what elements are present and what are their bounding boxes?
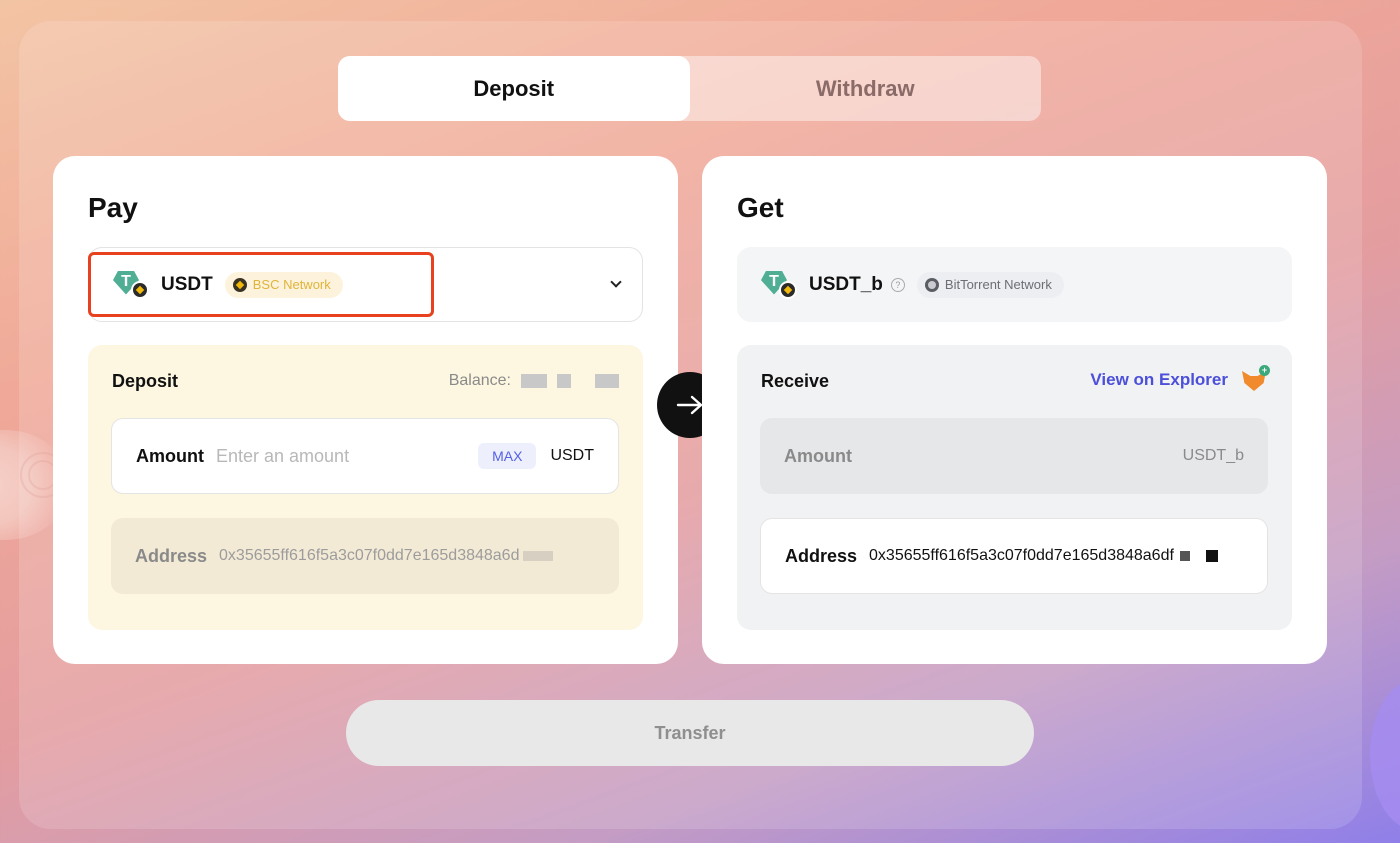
bsc-network-icon bbox=[232, 277, 247, 292]
pay-card: Pay T USDT BSC Network Deposit Balance: … bbox=[53, 156, 678, 664]
arrow-right-icon bbox=[676, 395, 703, 415]
tab-withdraw[interactable]: Withdraw bbox=[690, 56, 1042, 121]
network-badge: BitTorrent Network bbox=[916, 271, 1064, 298]
max-button[interactable]: MAX bbox=[478, 443, 537, 469]
chevron-down-icon[interactable] bbox=[610, 276, 622, 288]
address-label: Address bbox=[785, 545, 858, 566]
network-badge: BSC Network bbox=[224, 271, 343, 298]
bittorrent-network-icon bbox=[924, 277, 939, 292]
help-icon[interactable]: ? bbox=[890, 277, 905, 292]
address-value: 0x35655ff616f5a3c07f0dd7e165d3848a6df bbox=[869, 547, 1174, 564]
balance-value-redacted bbox=[557, 374, 571, 388]
get-token-symbol: USDT_b bbox=[809, 273, 883, 295]
amount-label: Amount bbox=[784, 445, 852, 466]
deposit-title: Deposit bbox=[112, 371, 179, 391]
balance-value-redacted bbox=[521, 374, 547, 388]
address-field: Address 0x35655ff616f5a3c07f0dd7e165d384… bbox=[111, 518, 619, 594]
pay-token-symbol: USDT bbox=[161, 273, 213, 295]
tether-bnb-icon: T bbox=[761, 270, 797, 299]
tether-bnb-icon: T bbox=[113, 270, 149, 299]
pay-title: Pay bbox=[88, 192, 138, 223]
transfer-button[interactable]: Transfer bbox=[346, 700, 1034, 766]
get-title: Get bbox=[737, 192, 784, 223]
get-card: Get T USDT_b ? BitTorrent Network Receiv… bbox=[702, 156, 1327, 664]
tab-deposit[interactable]: Deposit bbox=[338, 56, 690, 121]
pay-token-select[interactable]: T USDT BSC Network bbox=[88, 247, 643, 322]
network-label: BitTorrent Network bbox=[944, 277, 1052, 292]
address-value: 0x35655ff616f5a3c07f0dd7e165d3848a6d bbox=[219, 547, 520, 564]
address-redacted bbox=[1205, 550, 1218, 562]
receive-section: Receive View on Explorer + Amount USDT_b… bbox=[737, 345, 1292, 630]
mode-tabs: Deposit Withdraw bbox=[338, 56, 1041, 121]
balance-value-redacted bbox=[595, 374, 619, 388]
address-redacted bbox=[523, 551, 554, 561]
amount-field: Amount MAX USDT bbox=[111, 418, 619, 494]
view-on-explorer-link[interactable]: View on Explorer bbox=[1090, 370, 1228, 390]
amount-unit: USDT bbox=[550, 447, 594, 464]
receive-amount-field: Amount USDT_b bbox=[760, 418, 1268, 494]
get-token-display: T USDT_b ? BitTorrent Network bbox=[737, 247, 1292, 322]
balance-label: Balance: bbox=[448, 372, 511, 389]
metamask-add-icon[interactable]: + bbox=[1242, 365, 1270, 393]
amount-label: Amount bbox=[136, 445, 204, 466]
amount-unit: USDT_b bbox=[1182, 447, 1244, 464]
balance: Balance: bbox=[449, 372, 619, 390]
background-blob bbox=[1370, 680, 1400, 830]
deposit-section: Deposit Balance: Amount MAX USDT Address… bbox=[88, 345, 643, 630]
network-label: BSC Network bbox=[252, 277, 331, 292]
amount-input[interactable] bbox=[215, 445, 479, 467]
address-label: Address bbox=[135, 545, 208, 566]
receive-address-field: Address 0x35655ff616f5a3c07f0dd7e165d384… bbox=[760, 518, 1268, 594]
address-redacted bbox=[1179, 551, 1190, 561]
explorer-row: View on Explorer + bbox=[1090, 365, 1270, 393]
receive-title: Receive bbox=[761, 371, 830, 391]
